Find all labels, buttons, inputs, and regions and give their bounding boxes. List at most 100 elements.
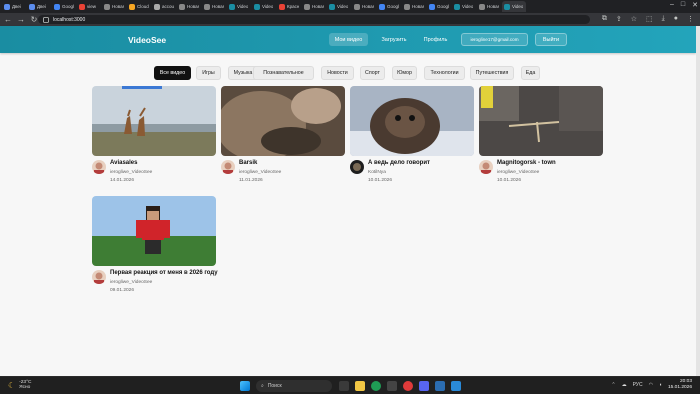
tab-label: Google <box>62 4 74 9</box>
vscode-icon[interactable] <box>451 381 461 391</box>
browser-tab[interactable]: Двеі <box>2 1 26 12</box>
volume-icon[interactable]: ◖ <box>659 382 662 388</box>
search-icon: ⌕ <box>261 383 264 389</box>
browser-tab[interactable]: view <box>77 1 101 12</box>
store-icon[interactable] <box>435 381 445 391</box>
chevron-up-icon[interactable]: ⌃ <box>611 382 615 388</box>
extensions-icon[interactable]: ⬚ <box>646 15 653 23</box>
browser-tab[interactable]: Google <box>427 1 451 12</box>
tab-label: Google <box>387 4 399 9</box>
category-travel[interactable]: Путешествия <box>470 66 514 80</box>
category-technology[interactable]: Технологии <box>424 66 465 80</box>
browser-tab[interactable]: Новая <box>402 1 426 12</box>
user-email[interactable]: ierogline17@gmail.com <box>461 33 528 46</box>
page-scrollbar[interactable] <box>696 26 700 376</box>
video-author[interactable]: KotilNya <box>368 170 386 175</box>
browser-tab[interactable]: Новая <box>202 1 226 12</box>
tab-label: Красн <box>287 4 299 9</box>
browser-tab[interactable]: Новая <box>302 1 326 12</box>
avatar[interactable] <box>479 160 493 174</box>
browser-tab[interactable]: Video <box>252 1 276 12</box>
avatar[interactable] <box>221 160 235 174</box>
video-thumbnail[interactable] <box>92 196 216 266</box>
close-icon[interactable]: ✕ <box>692 1 698 9</box>
task-view-icon[interactable] <box>339 381 349 391</box>
edge-icon[interactable] <box>371 381 381 391</box>
menu-icon[interactable]: ⋮ <box>687 15 694 23</box>
browser-tab[interactable]: Двеі <box>27 1 51 12</box>
browser-tab[interactable]: Video <box>502 1 526 12</box>
video-author[interactable]: ierogliwe_VideoSee <box>110 170 152 175</box>
share-icon[interactable]: ⇪ <box>616 15 622 23</box>
category-games[interactable]: Игры <box>196 66 221 80</box>
browser-tab[interactable]: Video <box>327 1 351 12</box>
clock[interactable]: 20:03 15.01.2026 <box>668 379 692 391</box>
video-title[interactable]: Aviasales <box>110 160 137 166</box>
tab-label: Video <box>237 4 249 9</box>
video-title[interactable]: Barsik <box>239 160 257 166</box>
moon-icon: ☾ <box>8 380 16 390</box>
browser-tab[interactable]: Google <box>377 1 401 12</box>
tab-favicon-icon <box>279 3 285 10</box>
browser-tab[interactable]: Новая <box>352 1 376 12</box>
cloud-icon[interactable]: ☁ <box>622 382 627 388</box>
avatar[interactable] <box>350 160 364 174</box>
browser-tab[interactable]: Video <box>227 1 251 12</box>
app-icon[interactable] <box>387 381 397 391</box>
back-icon[interactable]: ← <box>3 15 13 24</box>
video-thumbnail[interactable] <box>92 86 216 156</box>
browser-tab[interactable]: Новая <box>177 1 201 12</box>
minimize-icon[interactable]: – <box>670 1 674 9</box>
discord-icon[interactable] <box>419 381 429 391</box>
start-icon[interactable] <box>240 381 250 391</box>
browser-tab[interactable]: Красн <box>277 1 301 12</box>
install-app-icon[interactable]: ⧉ <box>602 15 607 23</box>
nav-my-videos[interactable]: Мои видео <box>329 33 368 46</box>
category-news[interactable]: Новости <box>321 66 354 80</box>
tab-favicon-icon <box>104 3 110 10</box>
page-viewport: VideoSee Мои видео Загрузить Профиль ier… <box>0 26 700 376</box>
wifi-icon[interactable]: ◠ <box>649 382 653 388</box>
maximize-icon[interactable]: □ <box>681 1 685 9</box>
video-title[interactable]: Magnitogorsk - town <box>497 160 556 166</box>
category-sport[interactable]: Спорт <box>360 66 385 80</box>
lang-indicator[interactable]: РУС <box>633 382 643 388</box>
file-explorer-icon[interactable] <box>355 381 365 391</box>
avatar[interactable] <box>92 160 106 174</box>
logout-button[interactable]: Выйти <box>535 33 567 46</box>
browser-tab[interactable]: Google <box>52 1 76 12</box>
video-author[interactable]: ierogliwe_VideoSee <box>239 170 281 175</box>
address-bar[interactable]: localhost:3000 <box>38 15 590 24</box>
weather-widget[interactable]: ☾ -23°C Ясно <box>8 380 32 390</box>
avatar[interactable] <box>92 270 106 284</box>
video-date: 14.01.2026 <box>110 178 135 183</box>
category-educational[interactable]: Познавательное <box>253 66 314 80</box>
tab-favicon-icon <box>404 3 410 10</box>
bookmark-star-icon[interactable]: ☆ <box>631 15 637 23</box>
video-author[interactable]: ierogliwe_VideoSee <box>497 170 539 175</box>
site-info-icon[interactable] <box>43 16 49 23</box>
category-humor[interactable]: Юмор <box>392 66 417 80</box>
video-thumbnail[interactable] <box>479 86 603 156</box>
site-logo[interactable]: VideoSee <box>128 35 166 45</box>
profile-icon[interactable]: ● <box>674 15 678 23</box>
browser-tab[interactable]: Video <box>452 1 476 12</box>
opera-icon[interactable] <box>403 381 413 391</box>
nav-upload[interactable]: Загрузить <box>375 33 413 46</box>
video-title[interactable]: А ведь дело говорит <box>368 160 430 166</box>
video-author[interactable]: ierogliwe_VideoSee <box>110 280 152 285</box>
category-food[interactable]: Еда <box>521 66 540 80</box>
video-thumbnail[interactable] <box>221 86 345 156</box>
browser-tab[interactable]: accou <box>152 1 176 12</box>
forward-icon[interactable]: → <box>16 15 26 24</box>
nav-profile[interactable]: Профиль <box>419 33 452 46</box>
video-thumbnail[interactable] <box>350 86 474 156</box>
downloads-icon[interactable]: ⤓ <box>662 15 665 23</box>
browser-tab[interactable]: Новая <box>477 1 501 12</box>
browser-tab[interactable]: Новая <box>102 1 126 12</box>
browser-tab[interactable]: Cloud <box>127 1 151 12</box>
category-all[interactable]: Все видео <box>154 66 191 80</box>
video-title[interactable]: Первая реакция от меня в 2026 году <box>110 270 218 276</box>
taskbar-search[interactable]: ⌕ Поиск <box>256 380 332 392</box>
tab-favicon-icon <box>429 3 435 10</box>
